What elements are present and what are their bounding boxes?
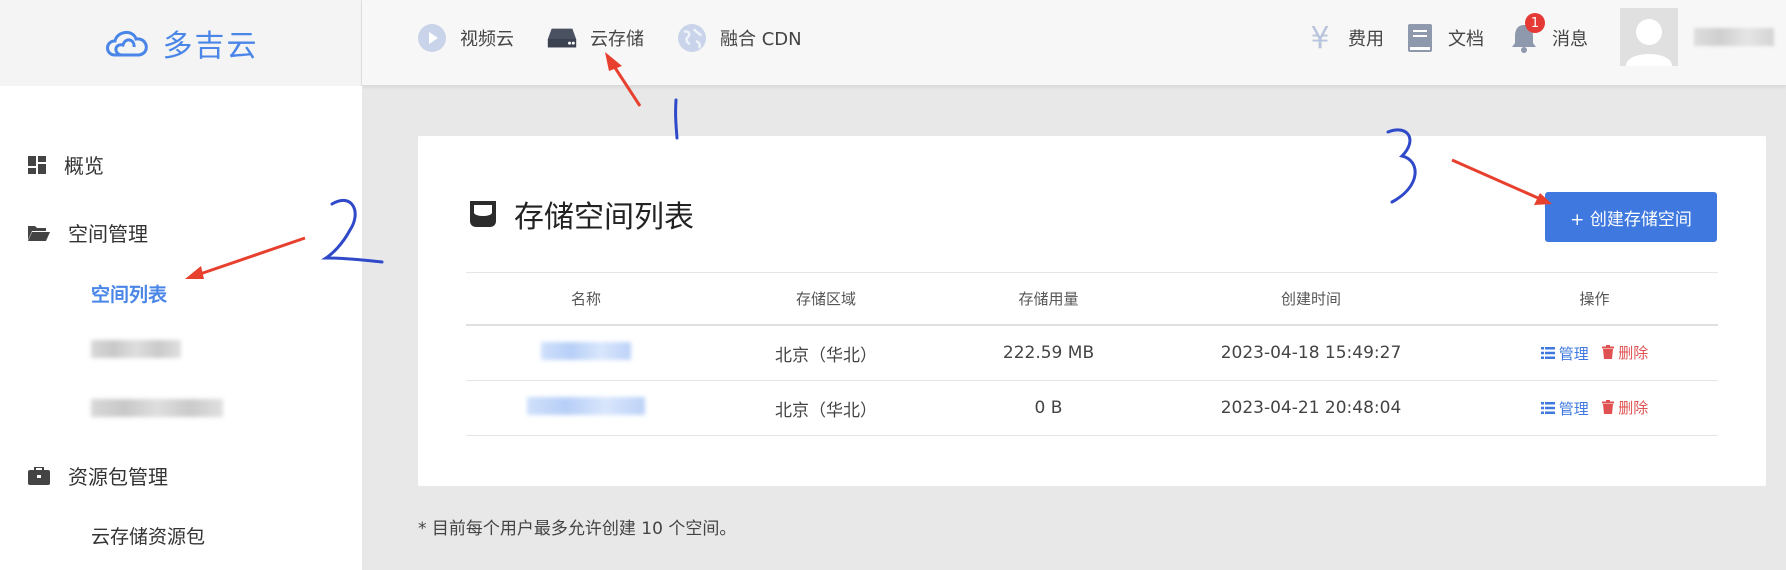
folder-open-icon <box>28 225 50 241</box>
sidebar-item-space-management[interactable]: 空间管理 <box>28 218 148 247</box>
message-count-badge: 1 <box>1525 13 1545 33</box>
nav-docs[interactable]: 文档 <box>1404 0 1484 76</box>
cell-created: 2023-04-21 20:48:04 <box>1220 398 1402 418</box>
nav-messages[interactable]: 1 消息 <box>1508 0 1588 76</box>
nav-cloud-storage[interactable]: 云存储 <box>546 0 644 76</box>
delete-label: 删除 <box>1618 343 1649 362</box>
column-header-created: 创建时间 <box>1280 290 1341 308</box>
table-row: 北京（华北） 222.59 MB 2023-04-18 15:49:27 管理 … <box>466 326 1718 381</box>
delete-label: 删除 <box>1618 398 1649 417</box>
user-silhouette-icon <box>1626 19 1672 66</box>
nav-messages-label: 消息 <box>1552 29 1588 50</box>
column-header-region: 存储区域 <box>795 290 856 308</box>
avatar[interactable] <box>1620 8 1678 66</box>
nav-cdn[interactable]: 融合 CDN <box>676 0 802 76</box>
manage-link[interactable]: 管理 <box>1540 343 1589 364</box>
manage-link[interactable]: 管理 <box>1540 398 1589 419</box>
trash-icon <box>1602 400 1615 415</box>
delete-link[interactable]: 删除 <box>1602 397 1648 418</box>
sidebar-item-label: 资源包管理 <box>68 465 168 489</box>
page-title-text: 存储空间列表 <box>514 200 694 235</box>
list-icon <box>1540 347 1555 360</box>
table-header: 名称 存储区域 存储用量 创建时间 操作 <box>466 272 1718 326</box>
manage-label: 管理 <box>1558 344 1589 363</box>
bucket-name-redacted[interactable] <box>466 341 706 365</box>
globe-icon <box>676 22 708 54</box>
cell-region: 北京（华北） <box>775 345 877 366</box>
trash-icon <box>1602 345 1615 360</box>
cell-usage: 222.59 MB <box>1002 343 1095 363</box>
list-icon <box>1540 402 1555 415</box>
storage-table: 名称 存储区域 存储用量 创建时间 操作 北京（华北） 222.59 MB 20… <box>466 272 1718 436</box>
column-header-usage: 存储用量 <box>1018 290 1079 308</box>
cell-usage: 0 B <box>1034 398 1063 418</box>
bucket-name-redacted[interactable] <box>466 396 706 420</box>
page-title: 存储空间列表 <box>468 192 694 236</box>
storage-drive-icon <box>546 22 578 54</box>
sidebar-sub-space-list[interactable]: 空间列表 <box>91 280 167 307</box>
top-navbar: 视频云 云存储 融合 CDN ¥ 费用 文档 1 消息 <box>362 0 1786 86</box>
briefcase-icon <box>28 466 50 485</box>
nav-video-cloud[interactable]: 视频云 <box>416 0 514 76</box>
manage-label: 管理 <box>1558 399 1589 418</box>
nav-video-cloud-label: 视频云 <box>460 29 514 50</box>
delete-link[interactable]: 删除 <box>1602 342 1648 363</box>
annotation-number-1 <box>674 98 679 140</box>
cell-created: 2023-04-18 15:49:27 <box>1220 343 1402 363</box>
sidebar-item-label: 空间管理 <box>68 222 148 246</box>
nav-billing[interactable]: ¥ 费用 <box>1304 0 1384 76</box>
storage-list-panel: 存储空间列表 + 创建存储空间 名称 存储区域 存储用量 创建时间 操作 北京（… <box>418 136 1766 486</box>
yen-icon: ¥ <box>1310 20 1330 56</box>
space-limit-note: * 目前每个用户最多允许创建 10 个空间。 <box>418 519 737 539</box>
nav-cloud-storage-label: 云存储 <box>590 29 644 50</box>
dashboard-icon <box>28 155 46 174</box>
sidebar-item-label: 概览 <box>64 154 104 178</box>
bucket-icon <box>470 201 496 227</box>
book-icon <box>1404 22 1436 54</box>
create-storage-space-button[interactable]: + 创建存储空间 <box>1545 192 1717 242</box>
cloud-logo-icon <box>105 31 148 57</box>
table-row: 北京（华北） 0 B 2023-04-21 20:48:04 管理 删除 <box>466 381 1718 436</box>
user-name-redacted[interactable] <box>1694 28 1774 46</box>
column-header-actions: 操作 <box>1579 290 1610 308</box>
cell-region: 北京（华北） <box>775 400 877 421</box>
nav-billing-label: 费用 <box>1348 29 1384 50</box>
sidebar-sub-redacted-1[interactable] <box>91 340 181 358</box>
logo-text: 多吉云 <box>162 29 259 64</box>
sidebar-sub-storage-package[interactable]: 云存储资源包 <box>91 522 205 549</box>
play-circle-icon <box>416 22 448 54</box>
sidebar-item-overview[interactable]: 概览 <box>28 150 104 179</box>
column-header-name: 名称 <box>570 290 601 308</box>
sidebar-sub-redacted-2[interactable] <box>91 399 223 417</box>
nav-docs-label: 文档 <box>1448 29 1484 50</box>
cell-actions: 管理 删除 <box>1471 342 1718 365</box>
sidebar-item-resource-packages[interactable]: 资源包管理 <box>28 461 168 490</box>
logo[interactable]: 多吉云 <box>0 0 362 86</box>
nav-cdn-label: 融合 CDN <box>720 29 802 50</box>
sidebar: 概览 空间管理 空间列表 资源包管理 云存储资源包 <box>0 86 362 570</box>
cell-actions: 管理 删除 <box>1471 397 1718 420</box>
